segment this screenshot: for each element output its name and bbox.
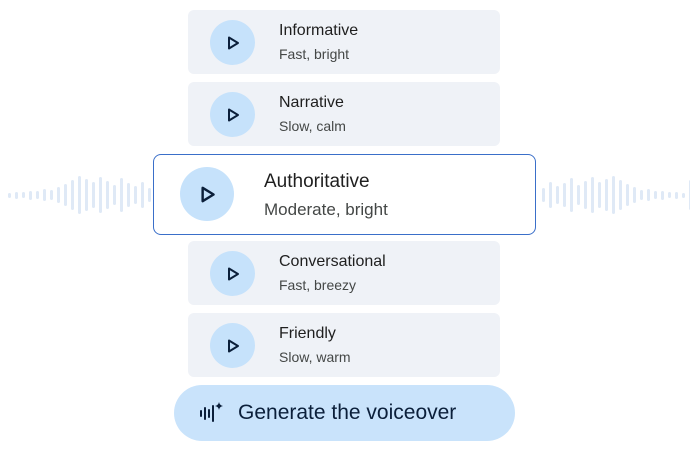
waveform-bar (633, 187, 636, 203)
waveform-bar (22, 192, 25, 198)
waveform-bar (598, 182, 601, 208)
waveform-bar (675, 191, 678, 199)
waveform-bar (647, 189, 650, 201)
voice-option-friendly[interactable]: Friendly Slow, warm (188, 313, 500, 377)
voice-option-authoritative[interactable]: Authoritative Moderate, bright (153, 154, 536, 235)
waveform-bar (36, 191, 39, 199)
play-icon (227, 267, 239, 280)
waveform-bar (640, 190, 643, 200)
waveform-bar (654, 191, 657, 199)
play-button[interactable] (210, 92, 255, 137)
waveform-bar (50, 190, 53, 200)
waveform-bar (92, 182, 95, 208)
waveform-bar (563, 183, 566, 207)
waveform-bar (619, 180, 622, 210)
waveform-right (542, 170, 690, 220)
voice-description: Fast, bright (279, 46, 350, 62)
waveform-bar (591, 177, 594, 213)
waveform-bar (612, 176, 615, 214)
waveform-bar (584, 181, 587, 209)
waveform-bar (682, 192, 685, 198)
play-button[interactable] (210, 20, 255, 65)
play-button[interactable] (180, 167, 234, 221)
waveform-bar (106, 181, 109, 209)
voice-description: Slow, warm (279, 349, 351, 365)
waveform-bar (577, 185, 580, 205)
waveform-bar (661, 190, 664, 200)
waveform-bar (668, 192, 671, 198)
waveform-bar (78, 176, 81, 214)
voice-description: Fast, breezy (279, 277, 357, 293)
waveform-bar (127, 183, 130, 207)
voice-description: Moderate, bright (264, 200, 388, 219)
voice-name: Informative (279, 22, 359, 39)
waveform-bar (605, 179, 608, 211)
voice-sparkle-icon (198, 400, 224, 426)
waveform-bar (8, 192, 11, 198)
waveform-bar (549, 182, 552, 208)
waveform-bar (148, 188, 151, 202)
waveform-bar (29, 190, 32, 200)
generate-button-label: Generate the voiceover (238, 401, 457, 424)
play-button[interactable] (210, 251, 255, 296)
waveform-bar (141, 182, 144, 208)
voice-style-selector: Informative Fast, bright Narrative Slow,… (0, 0, 690, 451)
waveform-bar (570, 178, 573, 212)
waveform-bar (99, 177, 102, 213)
waveform-bar (15, 191, 18, 199)
waveform-bar (556, 186, 559, 204)
generate-voiceover-button[interactable]: Generate the voiceover (174, 385, 515, 441)
waveform-bar (542, 188, 545, 202)
voice-option-informative[interactable]: Informative Fast, bright (188, 10, 500, 74)
voice-option-narrative[interactable]: Narrative Slow, calm (188, 82, 500, 146)
waveform-bar (64, 184, 67, 206)
play-icon (227, 339, 239, 352)
play-icon (200, 186, 215, 202)
play-button[interactable] (210, 323, 255, 368)
voice-name: Authoritative (264, 171, 370, 192)
play-icon (227, 108, 239, 121)
waveform-bar (71, 180, 74, 210)
voice-option-conversational[interactable]: Conversational Fast, breezy (188, 241, 500, 305)
waveform-bar (43, 189, 46, 201)
play-icon (227, 36, 239, 49)
waveform-left (8, 170, 151, 220)
voice-name: Conversational (279, 253, 386, 270)
waveform-bar (57, 187, 60, 203)
waveform-bar (134, 186, 137, 204)
voice-name: Narrative (279, 94, 344, 111)
waveform-bar (626, 184, 629, 206)
waveform-bar (113, 185, 116, 205)
waveform-bar (120, 178, 123, 212)
waveform-bar (85, 179, 88, 211)
voice-name: Friendly (279, 325, 336, 342)
voice-description: Slow, calm (279, 118, 346, 134)
